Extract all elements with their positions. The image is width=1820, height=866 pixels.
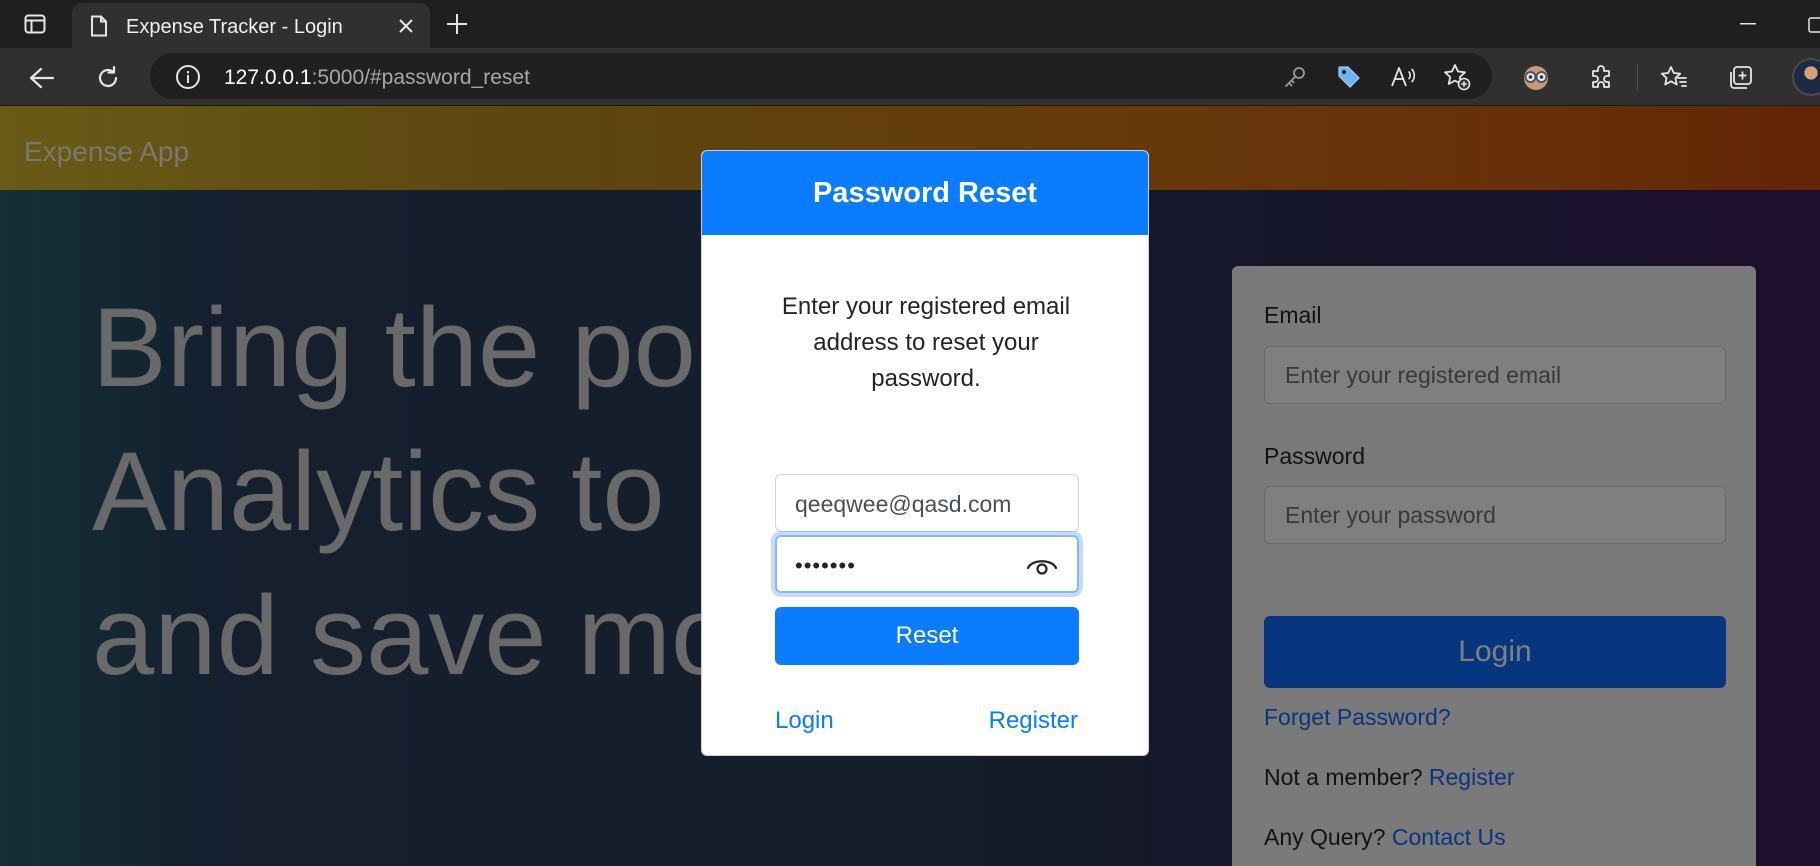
key-icon[interactable] [1278,61,1312,93]
refresh-icon[interactable] [90,60,126,96]
url-text[interactable]: 127.0.0.1:5000/#password_reset [224,66,530,90]
reset-button[interactable]: Reset [775,607,1079,665]
avatar[interactable] [1792,58,1820,96]
address-bar[interactable]: 127.0.0.1:5000/#password_reset [150,53,1492,99]
modal-description: Enter your registered email address to r… [781,293,1071,392]
url-host: 127.0.0.1 [224,66,312,89]
favorites-star-icon[interactable] [1656,60,1692,96]
collections-icon[interactable] [1722,60,1758,96]
goggles-icon[interactable] [1518,60,1554,96]
info-icon[interactable] [172,61,204,93]
tab-title: Expense Tracker - Login [126,16,343,38]
modal-header: Password Reset [702,151,1148,235]
eye-icon[interactable] [1025,551,1059,579]
modal-login-link[interactable]: Login [775,707,834,735]
modal-register-link[interactable]: Register [989,707,1078,735]
browser-tab-bar: Expense Tracker - Login [0,0,1820,48]
plus-icon [447,14,467,34]
new-tab-button[interactable] [440,8,474,40]
url-path: :5000/#password_reset [311,66,530,89]
browser-tab[interactable]: Expense Tracker - Login [72,3,430,48]
modal-title: Password Reset [812,177,1038,209]
read-aloud-icon[interactable] [1386,61,1420,93]
close-icon[interactable] [392,12,420,40]
tab-actions-icon[interactable] [18,10,52,38]
reset-password-input[interactable]: ••••••• [775,535,1079,593]
star-add-icon[interactable] [1440,61,1474,93]
password-mask: ••••••• [795,553,856,578]
document-icon [90,15,108,42]
reset-email-value: qeeqwee@qasd.com [795,491,1012,517]
maximize-icon[interactable] [1792,10,1820,38]
tag-icon[interactable] [1332,61,1366,93]
browser-toolbar: 127.0.0.1:5000/#password_reset [0,48,1820,106]
puzzle-icon[interactable] [1584,60,1620,96]
back-arrow-icon[interactable] [24,60,60,96]
reset-email-input[interactable]: qeeqwee@qasd.com [775,474,1079,532]
minimize-icon[interactable] [1728,10,1768,38]
page-content: Expense App Bring the po Analytics to an… [0,106,1820,866]
password-reset-modal: Password Reset Enter your registered ema… [701,150,1149,756]
toolbar-separator [1637,64,1638,90]
